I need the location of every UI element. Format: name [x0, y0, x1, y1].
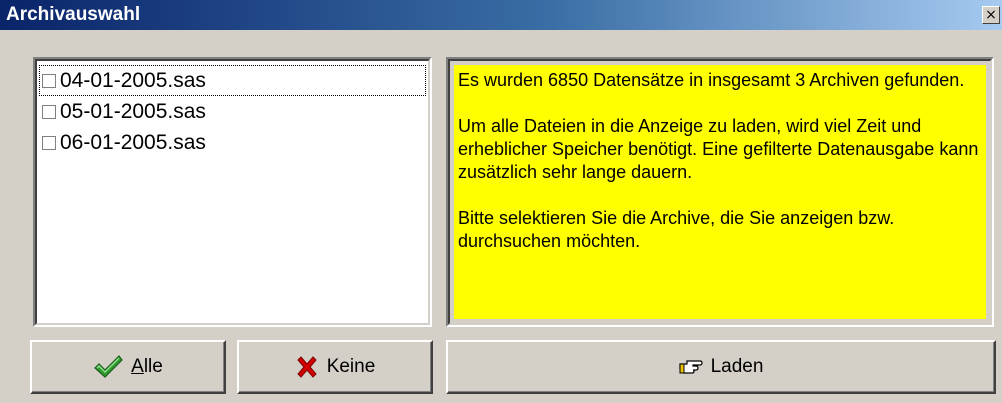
load-label: Laden: [710, 356, 764, 377]
archive-1-label: 04-01-2005.sas: [60, 68, 206, 92]
info-text: Es wurden 6850 Datensätze in insgesamt 3…: [458, 69, 980, 276]
x-mark-icon: [295, 355, 319, 379]
info-paragraph-instruction: Bitte selektieren Sie die Archive, die S…: [458, 208, 895, 251]
archive-1-checkbox[interactable]: [42, 73, 56, 88]
list-item-archive-2[interactable]: 05-01-2005.sas: [39, 96, 426, 127]
archive-listbox[interactable]: 04-01-2005.sas 05-01-2005.sas 06-01-2005…: [33, 57, 432, 327]
info-paragraph-found: Es wurden 6850 Datensätze in insgesamt 3…: [458, 70, 965, 90]
close-icon: ×: [985, 7, 997, 23]
archive-3-checkbox[interactable]: [42, 135, 56, 150]
archive-list: 04-01-2005.sas 05-01-2005.sas 06-01-2005…: [39, 65, 426, 158]
select-all-label: Alle: [131, 356, 163, 377]
archive-3-label: 06-01-2005.sas: [60, 130, 206, 154]
archive-2-label: 05-01-2005.sas: [60, 99, 206, 123]
select-none-button[interactable]: Keine: [237, 340, 433, 394]
archive-2-checkbox[interactable]: [42, 104, 56, 119]
load-button[interactable]: Laden: [446, 340, 996, 394]
select-none-label: Keine: [326, 356, 376, 377]
checkmark-icon: [93, 354, 123, 380]
list-item-archive-1[interactable]: 04-01-2005.sas: [39, 65, 426, 96]
select-all-button[interactable]: Alle: [30, 340, 226, 394]
archive-selection-dialog: Archivauswahl × 04-01-2005.sas 05-01-200…: [0, 0, 1002, 403]
info-message-box: Es wurden 6850 Datensätze in insgesamt 3…: [454, 65, 986, 319]
close-button[interactable]: ×: [982, 6, 1000, 24]
info-paragraph-warning: Um alle Dateien in die Anzeige zu laden,…: [458, 116, 979, 182]
list-item-archive-3[interactable]: 06-01-2005.sas: [39, 127, 426, 158]
info-panel: Es wurden 6850 Datensätze in insgesamt 3…: [446, 57, 994, 327]
title-bar: Archivauswahl ×: [0, 0, 1002, 30]
pointing-hand-icon: [678, 358, 703, 376]
dialog-title: Archivauswahl: [6, 4, 141, 25]
